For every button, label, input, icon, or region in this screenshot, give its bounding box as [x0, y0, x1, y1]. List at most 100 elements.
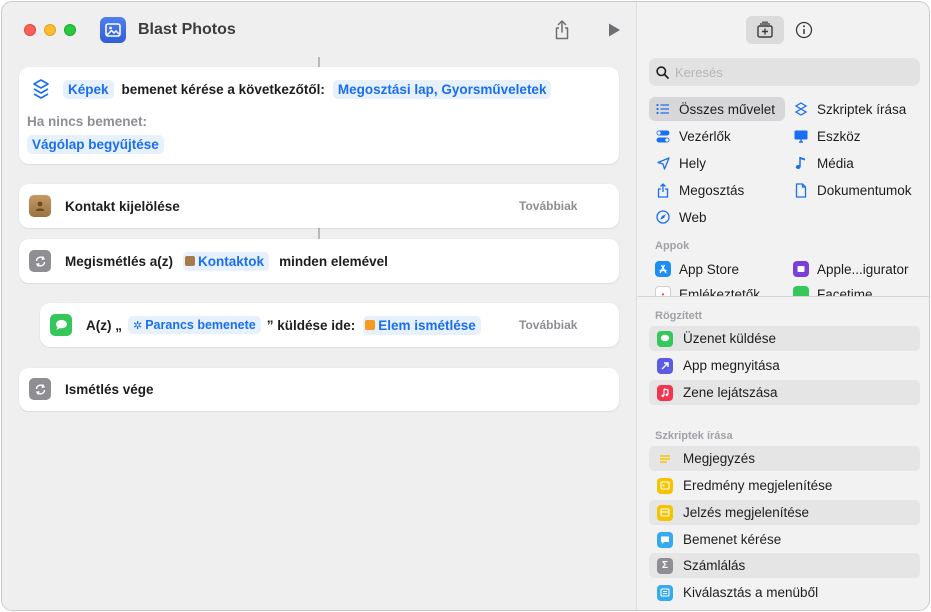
receive-input-action[interactable]: Képek bemenet kérése a következőtől: Meg… [19, 67, 619, 164]
scripting-show-alert[interactable]: Jelzés megjelenítése [649, 500, 920, 525]
app-app-store[interactable]: App Store [649, 257, 785, 281]
category-all-actions[interactable]: Összes művelet [649, 97, 785, 121]
category-media[interactable]: Média [787, 151, 922, 175]
scripting-choose-from-menu[interactable]: Kiválasztás a menüből [649, 580, 920, 605]
search-field[interactable] [649, 58, 920, 86]
images-token[interactable]: Képek [63, 79, 114, 99]
repeat-item-token[interactable]: Elem ismétlése [363, 315, 481, 335]
repeat-item-token-label: Elem ismétlése [378, 317, 476, 333]
search-icon [656, 65, 669, 79]
more-options-link[interactable]: Továbbiak [519, 318, 577, 332]
contacts-token-label: Kontaktok [198, 253, 265, 269]
app-facetime[interactable]: Facetime [787, 282, 922, 296]
apps-list-overflow: • Emlékeztetők Facetime [637, 282, 929, 296]
share-icon[interactable] [551, 19, 573, 41]
pinned-open-app[interactable]: App megnyitása [649, 353, 920, 378]
music-note-icon [657, 384, 673, 401]
shortcut-gear-icon: ✲ [133, 319, 143, 332]
app-store-icon [655, 261, 671, 277]
messages-icon [50, 314, 72, 336]
flow-connector [318, 228, 320, 239]
shortcut-editor: Blast Photos Képek bemenet kérése a köve… [2, 2, 636, 610]
shortcut-input-token-label: Parancs bemenete [145, 318, 256, 332]
repeat-suffix: minden elemével [279, 253, 388, 269]
category-label: Web [679, 209, 707, 225]
scripting-ask-input[interactable]: Bemenet kérése [649, 527, 920, 552]
select-contact-action[interactable]: Kontakt kijelölése Továbbiak [19, 184, 619, 228]
location-arrow-icon [655, 155, 671, 171]
app-label: Emlékeztetők [679, 286, 761, 297]
pinned-send-message[interactable]: Üzenet küldése [649, 326, 920, 351]
end-repeat-action[interactable]: Ismétlés vége [19, 368, 619, 411]
action-label: Számlálás [683, 558, 746, 573]
play-icon[interactable] [603, 19, 625, 41]
action-label: Jelzés megjelenítése [683, 505, 810, 520]
shortcut-photo-icon[interactable] [100, 17, 126, 43]
action-label: App megnyitása [683, 358, 780, 373]
contacts-mini-icon [185, 256, 196, 266]
contacts-token[interactable]: Kontaktok [183, 251, 270, 271]
category-sharing[interactable]: Megosztás [649, 178, 785, 202]
minimize-window-button[interactable] [44, 24, 56, 36]
select-contact-label: Kontakt kijelölése [65, 198, 180, 214]
app-label: App Store [679, 261, 740, 277]
close-window-button[interactable] [24, 24, 36, 36]
action-library-sidebar: Összes művelet Szkriptek írása Vezérlők … [636, 2, 929, 610]
category-controls[interactable]: Vezérlők [649, 124, 785, 148]
configurator-icon [793, 261, 809, 277]
app-label: Apple...igurator [817, 261, 909, 277]
category-label: Szkriptek írása [817, 101, 907, 117]
contacts-icon [29, 195, 51, 217]
apps-heading: Appok [655, 240, 690, 252]
zoom-window-button[interactable] [64, 24, 76, 36]
scripting-icon [793, 101, 809, 117]
toggle-icon [655, 128, 671, 144]
category-scripting[interactable]: Szkriptek írása [787, 97, 922, 121]
send-middle: ” küldése ide: [266, 317, 356, 333]
add-action-icon[interactable] [746, 16, 784, 44]
music-note-icon [793, 155, 809, 171]
repeat-item-mini-icon [365, 320, 376, 330]
scripting-show-result[interactable]: Eredmény megjelenítése [649, 473, 920, 498]
pinned-heading: Rögzített [655, 310, 703, 322]
pinned-play-music[interactable]: Zene lejátszása [649, 380, 920, 405]
open-app-arrow-icon [657, 357, 673, 374]
more-options-link[interactable]: Továbbiak [519, 199, 577, 213]
shortcut-input-token[interactable]: ✲ Parancs bemenete [128, 316, 261, 334]
send-prefix: A(z) „ [86, 317, 122, 333]
scripting-comment[interactable]: Megjegyzés [649, 446, 920, 471]
category-label: Összes művelet [679, 101, 776, 117]
action-label: Üzenet küldése [683, 331, 777, 346]
category-documents[interactable]: Dokumentumok [787, 178, 922, 202]
end-repeat-label: Ismétlés vége [65, 381, 154, 397]
info-icon[interactable] [785, 16, 823, 44]
scripting-count[interactable]: Σ Számlálás [649, 553, 920, 578]
category-label: Vezérlők [679, 128, 731, 144]
send-message-action[interactable]: A(z) „ ✲ Parancs bemenete ” küldése ide:… [40, 303, 619, 347]
action-label: Eredmény megjelenítése [683, 478, 833, 493]
clipboard-token[interactable]: Vágólap begyűjtése [27, 135, 164, 154]
app-apple-configurator[interactable]: Apple...igurator [787, 257, 922, 281]
category-label: Dokumentumok [817, 182, 912, 198]
category-label: Média [817, 155, 854, 171]
layers-icon [29, 77, 53, 101]
share-icon [655, 182, 671, 198]
alert-icon [657, 504, 673, 521]
show-result-icon [657, 477, 673, 494]
document-icon [793, 182, 809, 198]
repeat-icon [29, 250, 51, 272]
sidebar-divider [637, 296, 929, 297]
category-device[interactable]: Eszköz [787, 124, 922, 148]
search-input[interactable] [675, 64, 905, 80]
app-reminders[interactable]: • Emlékeztetők [649, 282, 785, 296]
action-label: Megjegyzés [683, 451, 756, 466]
repeat-action[interactable]: Megismétlés a(z) Kontaktok minden elemév… [19, 239, 619, 283]
category-web[interactable]: Web [649, 205, 785, 229]
sources-token[interactable]: Megosztási lap, Gyorsműveletek [332, 79, 552, 99]
sigma-icon: Σ [657, 557, 673, 574]
shortcuts-window: Blast Photos Képek bemenet kérése a köve… [1, 1, 930, 611]
category-location[interactable]: Hely [649, 151, 785, 175]
action-label: Kiválasztás a menüből [683, 585, 819, 600]
scripting-heading: Szkriptek írása [655, 430, 733, 442]
receive-text: bemenet kérése a következőtől: [121, 81, 325, 97]
